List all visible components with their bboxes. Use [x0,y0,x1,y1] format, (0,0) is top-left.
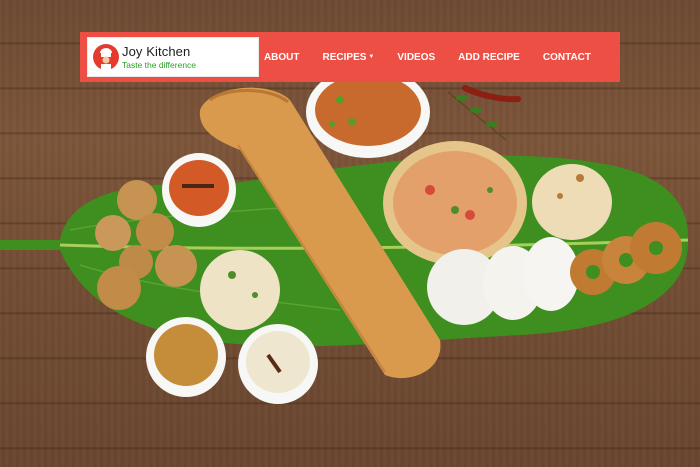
caret-down-icon: ▼ [368,54,375,60]
nav-home-link[interactable]: HOME [211,52,241,63]
main-menu: HOME ABOUT RECIPES ▼ VIDEOS ADD RECIPE C… [211,32,591,82]
brand-name: Joy Kitchen [122,43,191,59]
navbar: Joy Kitchen Taste the difference HOME AB… [80,32,620,82]
nav-about-link[interactable]: ABOUT [264,52,300,63]
nav-videos-link[interactable]: VIDEOS [397,52,435,63]
nav-recipes-dropdown[interactable]: RECIPES ▼ [323,52,375,63]
chef-logo-icon [92,40,120,74]
nav-recipes-label: RECIPES [322,51,367,63]
nav-add-recipe-link[interactable]: ADD RECIPE [458,52,520,63]
brand-tagline: Taste the difference [122,59,197,70]
nav-contact-link[interactable]: CONTACT [543,52,591,63]
